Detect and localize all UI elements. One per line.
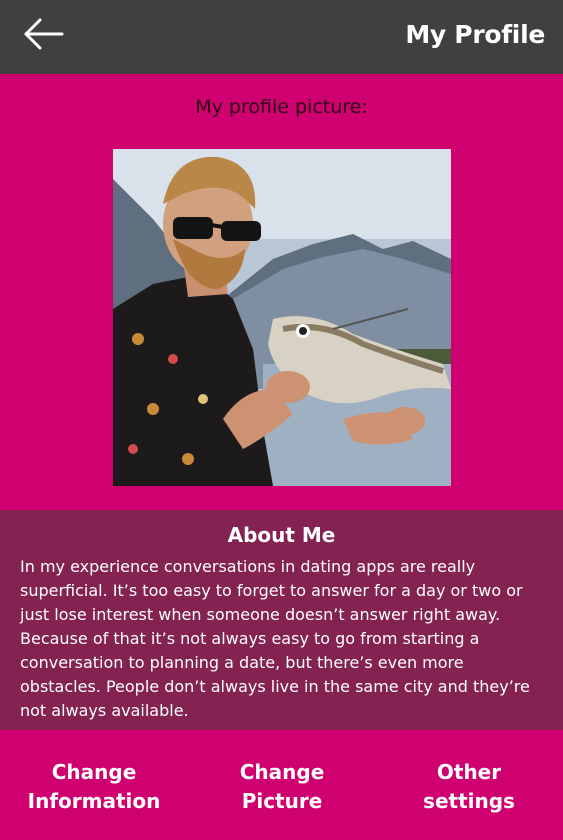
top-bar: My Profile bbox=[0, 0, 563, 74]
change-information-button[interactable]: Change Information bbox=[9, 758, 179, 816]
profile-picture-label: My profile picture: bbox=[195, 96, 368, 118]
other-settings-label-line1: Other bbox=[436, 760, 502, 784]
other-settings-label-line2: settings bbox=[423, 789, 515, 813]
actions-bar: Change Information Change Picture Other … bbox=[0, 730, 563, 840]
about-me-title: About Me bbox=[227, 523, 336, 547]
change-picture-label-line1: Change bbox=[239, 760, 325, 784]
arrow-left-icon bbox=[24, 18, 64, 50]
about-me-text: In my experience conversations in dating… bbox=[20, 557, 530, 720]
change-information-label-line1: Change bbox=[51, 760, 137, 784]
page-title: My Profile bbox=[405, 20, 545, 49]
back-button[interactable] bbox=[18, 12, 70, 58]
other-settings-button[interactable]: Other settings bbox=[384, 758, 554, 816]
profile-screen: My Profile My profile picture: About Me … bbox=[0, 0, 563, 840]
profile-photo bbox=[113, 149, 451, 486]
profile-picture-section: My profile picture: bbox=[0, 74, 563, 510]
change-information-label-line2: Information bbox=[27, 789, 161, 813]
change-picture-button[interactable]: Change Picture bbox=[197, 758, 367, 816]
about-me-section: About Me In my experience conversations … bbox=[0, 510, 563, 730]
change-picture-label-line2: Picture bbox=[241, 789, 323, 813]
